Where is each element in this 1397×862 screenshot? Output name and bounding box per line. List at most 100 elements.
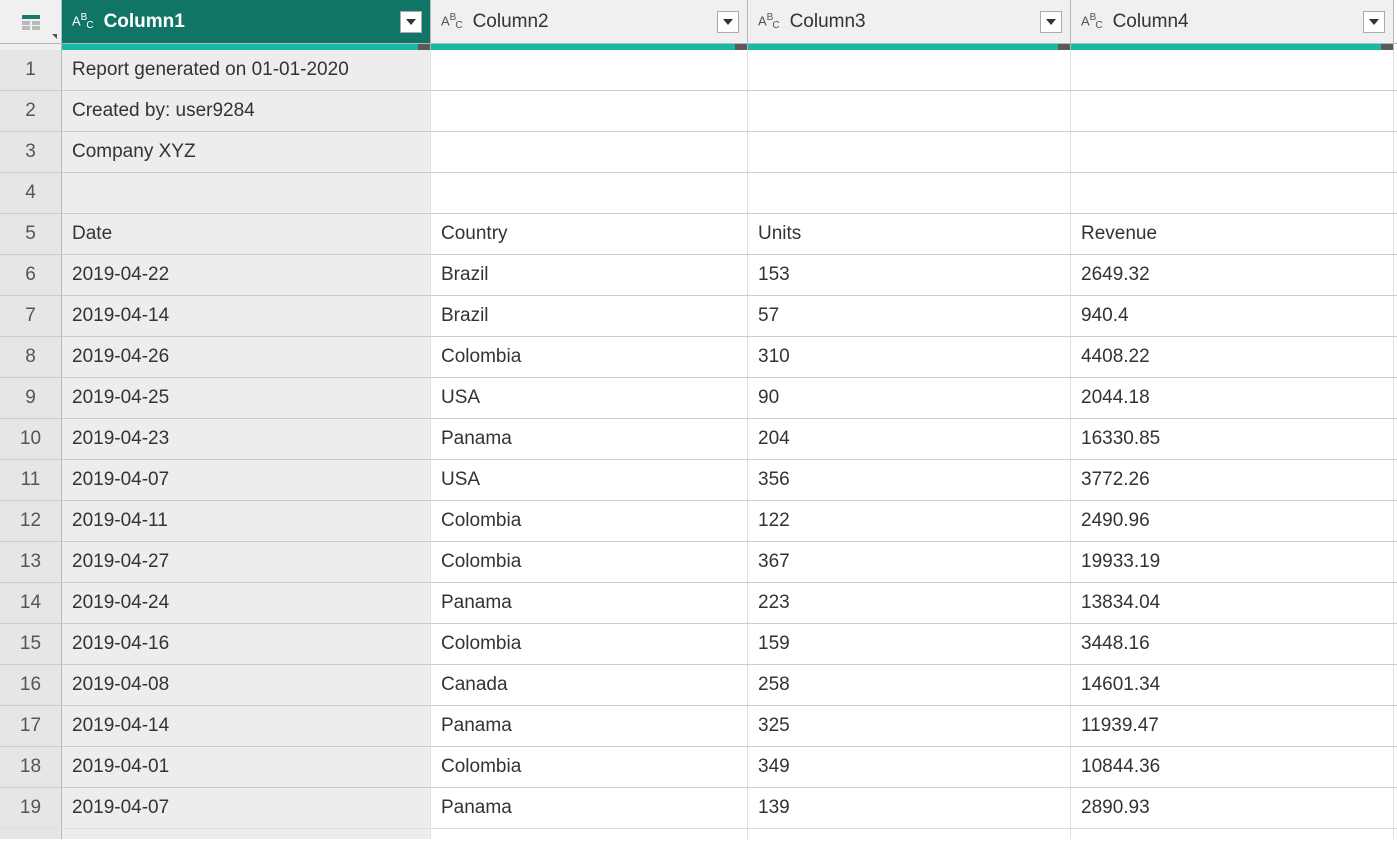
row-number[interactable]: 2 (0, 91, 62, 131)
cell[interactable]: 258 (748, 665, 1071, 705)
filter-button[interactable] (717, 11, 739, 33)
cell[interactable]: 2019-04-07 (62, 460, 431, 500)
table-row[interactable]: 152019-04-16Colombia1593448.16 (0, 624, 1397, 665)
cell[interactable]: Colombia (431, 501, 748, 541)
cell[interactable]: Company XYZ (62, 132, 431, 172)
cell[interactable]: 204 (748, 419, 1071, 459)
cell[interactable] (431, 132, 748, 172)
cell[interactable]: 2890.93 (1071, 788, 1394, 828)
table-row[interactable]: 2Created by: user9284 (0, 91, 1397, 132)
table-row[interactable]: 162019-04-08Canada25814601.34 (0, 665, 1397, 706)
cell[interactable]: USA (431, 460, 748, 500)
cell[interactable]: Date (62, 214, 431, 254)
row-number[interactable]: 6 (0, 255, 62, 295)
filter-button[interactable] (1363, 11, 1385, 33)
cell[interactable]: 2019-04-23 (62, 419, 431, 459)
cell[interactable]: 3772.26 (1071, 460, 1394, 500)
cell[interactable]: 2490.96 (1071, 501, 1394, 541)
table-row[interactable]: 1Report generated on 01-01-2020 (0, 50, 1397, 91)
cell[interactable]: Colombia (431, 337, 748, 377)
cell[interactable] (748, 91, 1071, 131)
cell[interactable]: Panama (431, 583, 748, 623)
column-header-1[interactable]: ABC Column1 (62, 0, 431, 43)
table-row[interactable]: 182019-04-01Colombia34910844.36 (0, 747, 1397, 788)
cell[interactable]: 2019-04-27 (62, 542, 431, 582)
row-number[interactable]: 8 (0, 337, 62, 377)
row-number[interactable]: 9 (0, 378, 62, 418)
table-row[interactable]: 4 (0, 173, 1397, 214)
table-row[interactable]: 62019-04-22Brazil1532649.32 (0, 255, 1397, 296)
column-header-2[interactable]: ABC Column2 (431, 0, 748, 43)
table-row[interactable]: 5DateCountryUnitsRevenue (0, 214, 1397, 255)
cell[interactable]: 2019-04-07 (62, 788, 431, 828)
cell[interactable]: Colombia (431, 747, 748, 787)
cell[interactable] (1071, 132, 1394, 172)
row-number[interactable]: 5 (0, 214, 62, 254)
cell[interactable]: Panama (431, 788, 748, 828)
cell[interactable]: Panama (431, 419, 748, 459)
cell[interactable] (62, 173, 431, 213)
cell[interactable]: 11939.47 (1071, 706, 1394, 746)
table-row[interactable]: 172019-04-14Panama32511939.47 (0, 706, 1397, 747)
cell[interactable] (431, 91, 748, 131)
cell[interactable]: Brazil (431, 255, 748, 295)
cell[interactable]: 223 (748, 583, 1071, 623)
cell[interactable]: 2019-04-26 (62, 337, 431, 377)
row-number[interactable]: 13 (0, 542, 62, 582)
cell[interactable]: 310 (748, 337, 1071, 377)
cell[interactable] (431, 173, 748, 213)
row-number[interactable]: 15 (0, 624, 62, 664)
row-number[interactable]: 12 (0, 501, 62, 541)
cell[interactable]: 90 (748, 378, 1071, 418)
cell[interactable]: Country (431, 214, 748, 254)
row-number[interactable]: 14 (0, 583, 62, 623)
table-row[interactable]: 3Company XYZ (0, 132, 1397, 173)
cell[interactable] (748, 132, 1071, 172)
table-row[interactable]: 112019-04-07USA3563772.26 (0, 460, 1397, 501)
cell[interactable]: 153 (748, 255, 1071, 295)
filter-button[interactable] (1040, 11, 1062, 33)
cell[interactable]: 3448.16 (1071, 624, 1394, 664)
cell[interactable] (1071, 50, 1394, 90)
cell[interactable]: 940.4 (1071, 296, 1394, 336)
row-number[interactable]: 1 (0, 50, 62, 90)
cell[interactable]: 13834.04 (1071, 583, 1394, 623)
cell[interactable] (1071, 173, 1394, 213)
cell[interactable]: Canada (431, 665, 748, 705)
cell[interactable]: 356 (748, 460, 1071, 500)
cell[interactable]: 57 (748, 296, 1071, 336)
cell[interactable]: Colombia (431, 624, 748, 664)
cell[interactable]: 2019-04-11 (62, 501, 431, 541)
row-number[interactable]: 4 (0, 173, 62, 213)
cell[interactable]: 4408.22 (1071, 337, 1394, 377)
row-number[interactable]: 10 (0, 419, 62, 459)
row-number[interactable]: 17 (0, 706, 62, 746)
cell[interactable]: 325 (748, 706, 1071, 746)
column-header-4[interactable]: ABC Column4 (1071, 0, 1394, 43)
cell[interactable]: 2019-04-01 (62, 747, 431, 787)
cell[interactable]: 2044.18 (1071, 378, 1394, 418)
cell[interactable]: 19933.19 (1071, 542, 1394, 582)
table-row[interactable]: 72019-04-14Brazil57940.4 (0, 296, 1397, 337)
table-row[interactable]: 192019-04-07Panama1392890.93 (0, 788, 1397, 829)
cell[interactable]: 2019-04-25 (62, 378, 431, 418)
cell[interactable]: Report generated on 01-01-2020 (62, 50, 431, 90)
cell[interactable] (748, 50, 1071, 90)
cell[interactable]: 2019-04-08 (62, 665, 431, 705)
table-row[interactable]: 92019-04-25USA902044.18 (0, 378, 1397, 419)
cell[interactable]: USA (431, 378, 748, 418)
cell[interactable]: Revenue (1071, 214, 1394, 254)
table-row[interactable]: 102019-04-23Panama20416330.85 (0, 419, 1397, 460)
cell[interactable]: 2019-04-22 (62, 255, 431, 295)
cell[interactable]: 122 (748, 501, 1071, 541)
column-header-3[interactable]: ABC Column3 (748, 0, 1071, 43)
table-row[interactable]: 122019-04-11Colombia1222490.96 (0, 501, 1397, 542)
cell[interactable]: 16330.85 (1071, 419, 1394, 459)
row-number[interactable]: 11 (0, 460, 62, 500)
cell[interactable]: 2019-04-16 (62, 624, 431, 664)
cell[interactable]: 159 (748, 624, 1071, 664)
cell[interactable]: 10844.36 (1071, 747, 1394, 787)
cell[interactable]: 14601.34 (1071, 665, 1394, 705)
cell[interactable]: 367 (748, 542, 1071, 582)
cell[interactable]: 2649.32 (1071, 255, 1394, 295)
